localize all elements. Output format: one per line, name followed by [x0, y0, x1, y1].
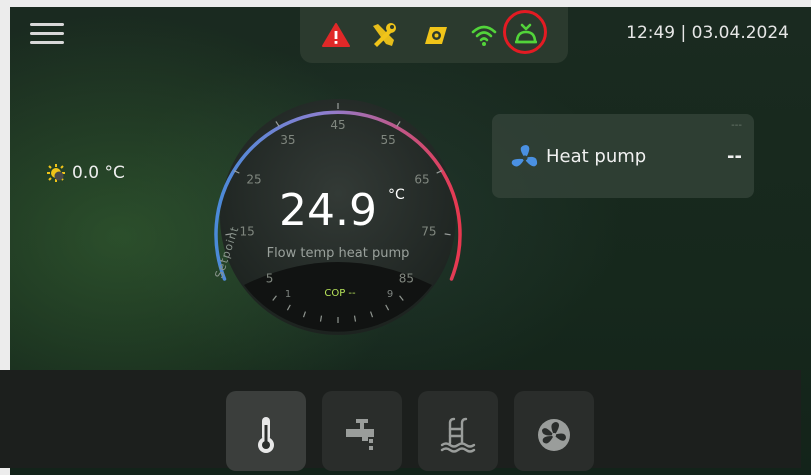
- flow-temp-gauge[interactable]: 51525354555657585 Setpoint 24.9 °C Flow …: [208, 89, 468, 345]
- sun-icon: [47, 164, 65, 182]
- cloud-connection-icon[interactable]: [512, 21, 540, 47]
- thermometer-icon: [258, 417, 274, 453]
- outdoor-temperature: 0.0 °C: [47, 163, 125, 183]
- bottom-navigation: [0, 370, 801, 471]
- heat-pump-name: Heat pump: [546, 146, 647, 167]
- cop-min-label: 1: [285, 289, 291, 300]
- tools-icon[interactable]: [370, 22, 398, 48]
- fan-icon: [538, 419, 570, 451]
- pool-icon: [440, 417, 476, 453]
- scale-label: 35: [280, 133, 295, 147]
- cop-label: COP --: [324, 288, 356, 299]
- hot-water-tab[interactable]: [322, 391, 402, 471]
- scale-label: 45: [330, 118, 345, 132]
- gauge-unit: °C: [388, 187, 405, 203]
- scale-label: 15: [239, 224, 254, 238]
- gauge-label: Flow temp heat pump: [267, 246, 410, 261]
- scale-label: 25: [246, 173, 261, 187]
- menu-line: [30, 41, 64, 44]
- scale-label: 65: [414, 173, 429, 187]
- cop-max-label: 9: [387, 289, 393, 300]
- menu-button[interactable]: [30, 21, 64, 47]
- heat-pump-value: --: [727, 146, 742, 167]
- temperature-tab[interactable]: [226, 391, 306, 471]
- heat-pump-secondary-value: ---: [731, 120, 742, 131]
- screen-top-border: [0, 0, 811, 7]
- fan-icon: [511, 145, 538, 167]
- fan-tab[interactable]: [514, 391, 594, 471]
- scale-label: 75: [421, 224, 436, 238]
- scale-label: 85: [399, 272, 414, 286]
- warning-icon[interactable]: [322, 22, 350, 48]
- heat-pump-card[interactable]: --- Heat pump --: [492, 114, 754, 198]
- outdoor-temperature-value: 0.0 °C: [72, 163, 125, 183]
- scale-label: 5: [266, 272, 274, 286]
- datetime: 12:49 | 03.04.2024: [626, 23, 789, 43]
- tap-icon: [346, 419, 374, 450]
- gauge-value: 24.9: [279, 185, 377, 236]
- pool-tab[interactable]: [418, 391, 498, 471]
- scale-label: 55: [380, 133, 395, 147]
- wifi-icon[interactable]: [470, 22, 498, 48]
- compressor-icon[interactable]: [422, 22, 450, 48]
- menu-line: [30, 23, 64, 26]
- menu-line: [30, 32, 64, 35]
